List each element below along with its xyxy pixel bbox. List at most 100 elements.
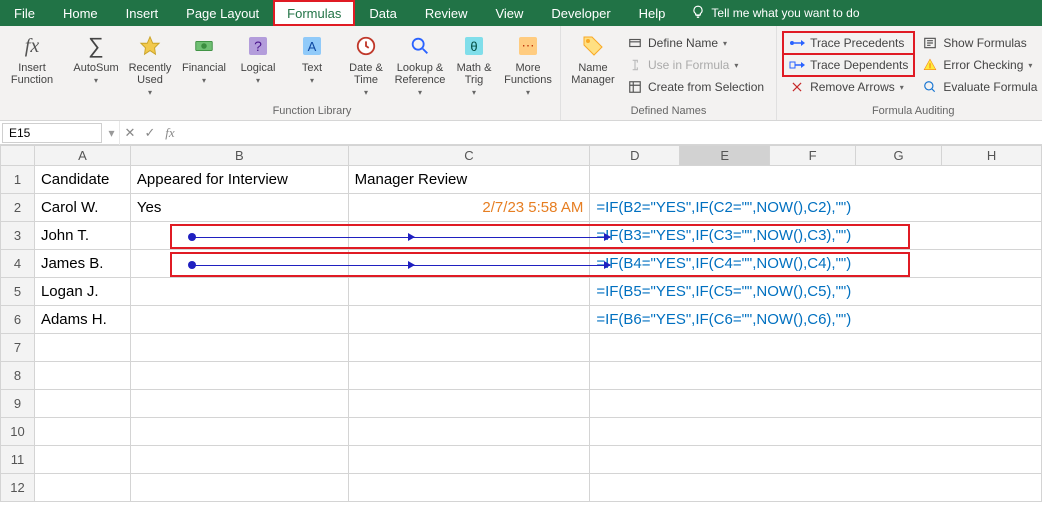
cancel-formula-button[interactable]: ✕ — [120, 125, 140, 141]
remove-arrows-button[interactable]: Remove Arrows ▾ — [783, 76, 914, 98]
cell[interactable]: James B. — [34, 250, 130, 278]
cell[interactable]: Logan J. — [34, 278, 130, 306]
row-header[interactable]: 8 — [1, 362, 35, 390]
cell[interactable]: Yes — [130, 194, 348, 222]
cell[interactable] — [130, 390, 348, 418]
name-box[interactable]: E15 — [2, 123, 102, 143]
col-header-g[interactable]: G — [856, 146, 942, 166]
cell[interactable]: Adams H. — [34, 306, 130, 334]
cell[interactable] — [130, 250, 348, 278]
cell[interactable] — [590, 166, 1042, 194]
tell-me-search[interactable]: Tell me what you want to do — [679, 0, 871, 26]
cell[interactable] — [34, 390, 130, 418]
cell[interactable] — [348, 278, 590, 306]
row-header[interactable]: 6 — [1, 306, 35, 334]
row-header[interactable]: 3 — [1, 222, 35, 250]
create-from-selection-button[interactable]: Create from Selection — [621, 76, 770, 98]
tab-view[interactable]: View — [481, 0, 537, 26]
cell[interactable] — [590, 390, 1042, 418]
select-all-cell[interactable] — [1, 146, 35, 166]
row-header[interactable]: 11 — [1, 446, 35, 474]
cell[interactable] — [130, 418, 348, 446]
date-time-button[interactable]: Date & Time ▾ — [340, 30, 392, 97]
cell[interactable]: Carol W. — [34, 194, 130, 222]
cell[interactable] — [348, 334, 590, 362]
cell[interactable] — [590, 334, 1042, 362]
cell[interactable] — [348, 390, 590, 418]
tab-page-layout[interactable]: Page Layout — [172, 0, 273, 26]
tab-file[interactable]: File — [0, 0, 49, 26]
col-header-h[interactable]: H — [942, 146, 1042, 166]
trace-precedents-button[interactable]: Trace Precedents — [783, 32, 914, 54]
enter-formula-button[interactable]: ✓ — [140, 125, 160, 141]
col-header-e[interactable]: E — [680, 146, 770, 166]
cell[interactable] — [590, 362, 1042, 390]
cell[interactable] — [130, 446, 348, 474]
cell[interactable] — [590, 418, 1042, 446]
row-header[interactable]: 7 — [1, 334, 35, 362]
col-header-f[interactable]: F — [770, 146, 856, 166]
cell[interactable]: =IF(B2="YES",IF(C2="",NOW(),C2),"") — [590, 194, 1042, 222]
math-trig-button[interactable]: θ Math & Trig ▾ — [448, 30, 500, 97]
tab-help[interactable]: Help — [625, 0, 680, 26]
col-header-a[interactable]: A — [34, 146, 130, 166]
cell[interactable] — [348, 306, 590, 334]
formula-input[interactable] — [180, 122, 1042, 144]
error-checking-button[interactable]: ! Error Checking ▾ — [916, 54, 1042, 76]
cell[interactable] — [348, 418, 590, 446]
cell[interactable] — [348, 222, 590, 250]
cell[interactable] — [34, 334, 130, 362]
name-manager-button[interactable]: Name Manager — [567, 30, 619, 86]
autosum-button[interactable]: ∑ AutoSum▾ — [70, 30, 122, 87]
cell[interactable] — [130, 362, 348, 390]
tab-data[interactable]: Data — [355, 0, 410, 26]
cell[interactable] — [130, 222, 348, 250]
text-button[interactable]: A Text▾ — [286, 30, 338, 87]
cell[interactable]: John T. — [34, 222, 130, 250]
cell[interactable] — [130, 306, 348, 334]
tab-insert[interactable]: Insert — [112, 0, 173, 26]
recently-used-button[interactable]: Recently Used ▾ — [124, 30, 176, 97]
cell[interactable] — [590, 474, 1042, 502]
row-header[interactable]: 12 — [1, 474, 35, 502]
lookup-button[interactable]: Lookup & Reference ▾ — [394, 30, 446, 97]
tab-home[interactable]: Home — [49, 0, 112, 26]
row-header[interactable]: 10 — [1, 418, 35, 446]
tab-formulas[interactable]: Formulas — [273, 0, 355, 26]
tab-review[interactable]: Review — [411, 0, 482, 26]
column-headers[interactable]: A B C D E F G H — [1, 146, 1042, 166]
row-header[interactable]: 2 — [1, 194, 35, 222]
cell[interactable] — [348, 250, 590, 278]
cell[interactable] — [34, 474, 130, 502]
namebox-dropdown[interactable]: ▾ — [104, 121, 120, 145]
cell[interactable]: =IF(B4="YES",IF(C4="",NOW(),C4),"") — [590, 250, 1042, 278]
trace-dependents-button[interactable]: Trace Dependents — [783, 54, 914, 76]
cell[interactable] — [348, 362, 590, 390]
sheet-table[interactable]: A B C D E F G H 1 Candidate Appeared for… — [0, 145, 1042, 502]
financial-button[interactable]: Financial▾ — [178, 30, 230, 87]
cell[interactable] — [130, 474, 348, 502]
cell[interactable]: =IF(B3="YES",IF(C3="",NOW(),C3),"") — [590, 222, 1042, 250]
cell[interactable]: 2/7/23 5:58 AM — [348, 194, 590, 222]
cell[interactable] — [348, 474, 590, 502]
cell[interactable] — [130, 278, 348, 306]
cell[interactable] — [34, 446, 130, 474]
row-header[interactable]: 1 — [1, 166, 35, 194]
row-header[interactable]: 4 — [1, 250, 35, 278]
logical-button[interactable]: ? Logical▾ — [232, 30, 284, 87]
row-header[interactable]: 9 — [1, 390, 35, 418]
col-header-d[interactable]: D — [590, 146, 680, 166]
row-header[interactable]: 5 — [1, 278, 35, 306]
cell[interactable] — [590, 446, 1042, 474]
cell[interactable]: =IF(B6="YES",IF(C6="",NOW(),C6),"") — [590, 306, 1042, 334]
use-in-formula-button[interactable]: Use in Formula ▾ — [621, 54, 770, 76]
tab-developer[interactable]: Developer — [537, 0, 624, 26]
cell[interactable]: Candidate — [34, 166, 130, 194]
cell[interactable]: =IF(B5="YES",IF(C5="",NOW(),C5),"") — [590, 278, 1042, 306]
define-name-button[interactable]: Define Name ▾ — [621, 32, 770, 54]
cell[interactable] — [34, 362, 130, 390]
fx-button[interactable]: fx — [160, 125, 180, 141]
col-header-b[interactable]: B — [130, 146, 348, 166]
more-functions-button[interactable]: ⋯ More Functions ▾ — [502, 30, 554, 97]
cell[interactable]: Appeared for Interview — [130, 166, 348, 194]
